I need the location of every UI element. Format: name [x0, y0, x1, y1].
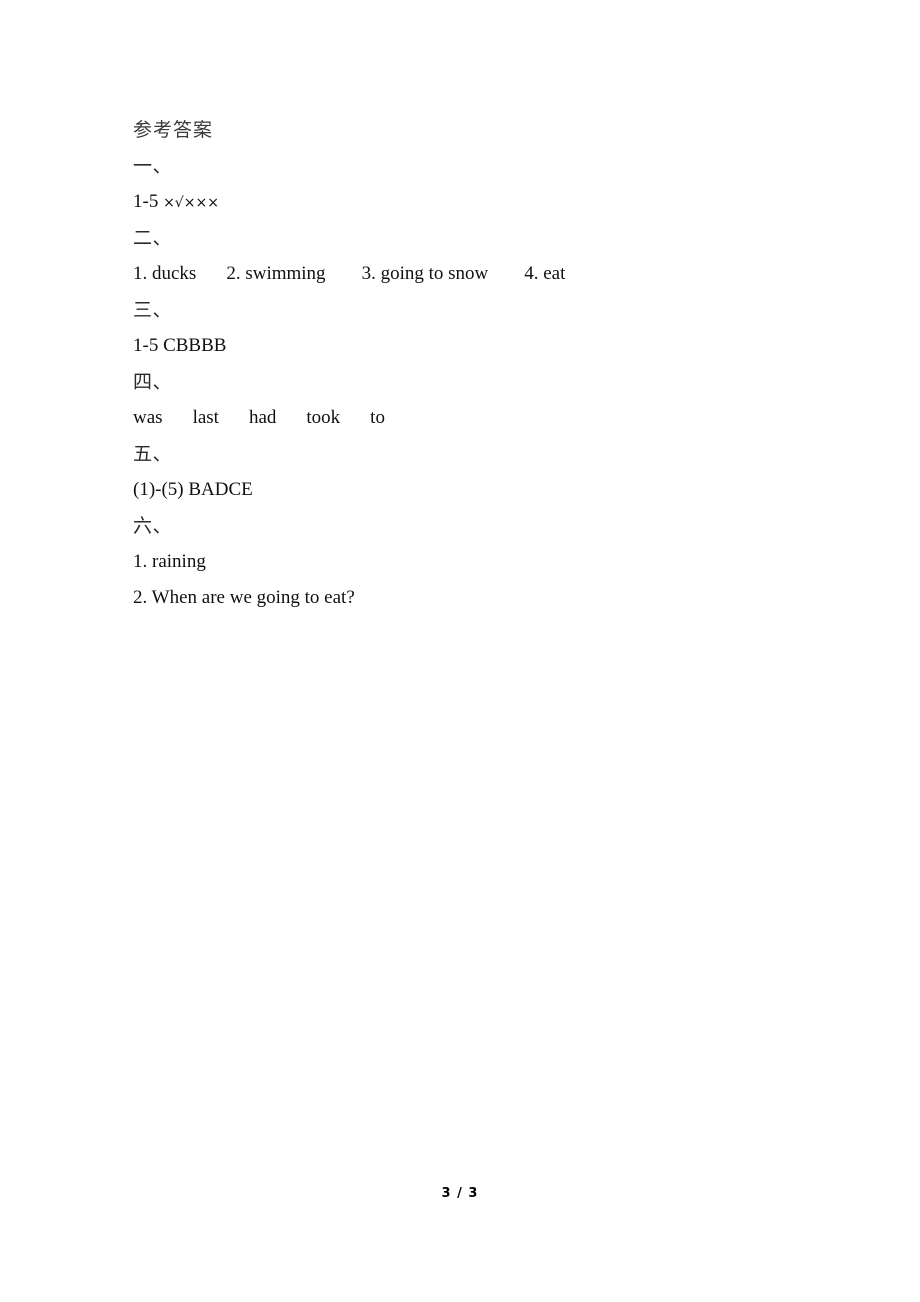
- section-answer-1-prefix: 1-5: [133, 191, 164, 212]
- section-answer-6-line-2: 2. When are we going to eat?: [133, 587, 355, 608]
- section-answer-5: (1)-(5) BADCE: [133, 479, 253, 500]
- page-title: 参考答案: [133, 119, 214, 141]
- answer-key-body: 参考答案 一、 1-5 ×√××× 二、 1. ducks 2. swimming…: [133, 112, 833, 616]
- section-answer-4-item-1: was: [133, 407, 163, 428]
- section-answer-2-item-3: 3. going to snow: [361, 263, 489, 284]
- section-answer-4: was last had took to: [133, 400, 833, 436]
- section-answer-6-line-1: 1. raining: [133, 551, 206, 572]
- section-heading-2: 二、: [133, 227, 173, 249]
- section-heading-4: 四、: [133, 371, 173, 393]
- document-page: 参考答案 一、 1-5 ×√××× 二、 1. ducks 2. swimming…: [0, 0, 920, 1302]
- section-heading-3: 三、: [133, 299, 173, 321]
- section-answer-1-marks: ×√×××: [163, 195, 219, 211]
- section-answer-3: 1-5 CBBBB: [133, 335, 227, 356]
- section-answer-4-item-5: to: [370, 407, 385, 428]
- section-heading-5: 五、: [133, 443, 173, 465]
- section-answer-4-item-4: took: [306, 407, 341, 428]
- section-answer-4-item-2: last: [192, 407, 219, 428]
- section-heading-6: 六、: [133, 515, 173, 537]
- section-answer-4-item-3: had: [248, 407, 277, 428]
- section-answer-2: 1. ducks 2. swimming 3. going to snow 4. ea…: [133, 256, 833, 292]
- section-answer-2-item-1: 1. ducks: [133, 263, 197, 284]
- section-answer-2-item-2: 2. swimming: [226, 263, 326, 284]
- page-number-footer: 3 / 3: [441, 1186, 479, 1201]
- section-answer-2-item-4: 4. eat: [524, 263, 566, 284]
- section-heading-1: 一、: [133, 155, 173, 177]
- section-answer-1: 1-5 ×√×××: [133, 184, 833, 220]
